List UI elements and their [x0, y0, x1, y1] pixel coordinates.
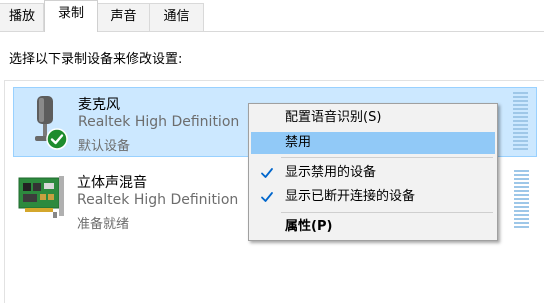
level-meter	[513, 92, 528, 154]
level-meter-segment	[513, 108, 528, 110]
menu-item-disable[interactable]: 禁用	[251, 132, 495, 154]
level-meter-segment	[513, 124, 528, 126]
tab-recording[interactable]: 录制	[44, 0, 98, 32]
level-meter-segment	[513, 116, 528, 118]
level-meter-segment	[513, 128, 528, 130]
check-icon	[261, 192, 273, 202]
level-meter-segment	[513, 136, 528, 138]
device-name: 立体声混音	[77, 175, 147, 191]
level-meter-segment	[513, 144, 528, 146]
menu-separator	[281, 157, 493, 158]
level-meter-segment	[514, 194, 529, 196]
menu-item-label: 属性(P)	[285, 219, 333, 234]
level-meter-segment	[513, 100, 528, 102]
menu-item-configure-speech-recognition[interactable]: 配置语音识别(S)	[251, 107, 495, 129]
tab-communications[interactable]: 通信	[149, 3, 204, 31]
level-meter-segment	[514, 170, 529, 172]
level-meter-segment	[513, 120, 528, 122]
menu-item-label: 配置语音识别(S)	[285, 110, 382, 125]
device-status: 默认设备	[78, 139, 131, 154]
level-meter-segment	[514, 198, 529, 200]
device-status: 准备就绪	[77, 217, 130, 232]
device-name: 麦克风	[78, 97, 120, 113]
level-meter-segment	[514, 190, 529, 192]
tab-strip: 播放 录制 声音 通信	[0, 0, 544, 32]
level-meter-segment	[514, 210, 529, 212]
context-menu: 配置语音识别(S) 禁用 显示禁用的设备 显示已断开连接的设备 属性(P)	[248, 103, 498, 241]
level-meter-segment	[514, 186, 529, 188]
device-description: Realtek High Definition	[78, 114, 240, 130]
level-meter-segment	[514, 218, 529, 220]
level-meter-segment	[513, 112, 528, 114]
sound-card-icon	[18, 176, 64, 218]
menu-item-label: 显示已断开连接的设备	[285, 189, 416, 204]
level-meter-segment	[513, 92, 528, 94]
level-meter-segment	[513, 104, 528, 106]
menu-item-label: 禁用	[285, 135, 312, 150]
check-icon	[261, 168, 273, 178]
level-meter-segment	[513, 132, 528, 134]
level-meter-segment	[513, 140, 528, 142]
tab-playback[interactable]: 播放	[0, 3, 44, 31]
level-meter-segment	[513, 96, 528, 98]
level-meter-segment	[514, 222, 529, 224]
tab-sounds[interactable]: 声音	[97, 3, 150, 31]
level-meter-segment	[514, 182, 529, 184]
sound-recording-tab: 播放 录制 声音 通信 选择以下录制设备来修改设置: 麦克风 Realtek H…	[0, 0, 544, 303]
level-meter	[514, 170, 529, 232]
level-meter-segment	[514, 174, 529, 176]
level-meter-segment	[513, 148, 528, 150]
menu-item-show-disconnected-devices[interactable]: 显示已断开连接的设备	[251, 186, 495, 208]
level-meter-segment	[514, 206, 529, 208]
level-meter-segment	[514, 214, 529, 216]
instruction-label: 选择以下录制设备来修改设置:	[9, 52, 183, 67]
menu-item-show-disabled-devices[interactable]: 显示禁用的设备	[251, 162, 495, 184]
default-check-icon	[46, 128, 68, 150]
device-description: Realtek High Definition	[77, 192, 239, 208]
level-meter-segment	[514, 226, 529, 228]
menu-separator	[281, 212, 493, 213]
level-meter-segment	[514, 178, 529, 180]
menu-item-label: 显示禁用的设备	[285, 165, 377, 180]
menu-item-properties[interactable]: 属性(P)	[251, 216, 495, 238]
level-meter-segment	[514, 202, 529, 204]
